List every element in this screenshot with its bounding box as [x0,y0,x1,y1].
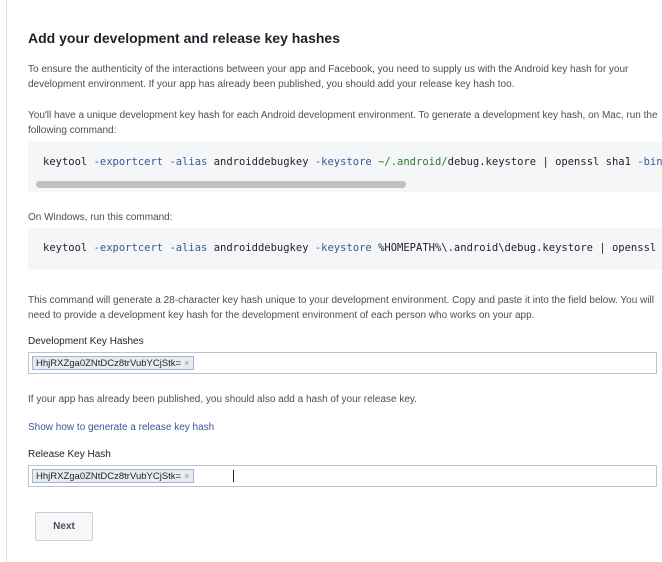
mac-command-block[interactable]: keytool -exportcert -alias androiddebugk… [28,142,662,192]
release-hash-label: Release Key Hash [28,449,111,460]
page-title: Add your development and release key has… [28,30,341,46]
mac-command-scrollbar-thumb[interactable] [36,181,406,188]
windows-instructions: On Windows, run this command: [28,212,173,223]
dev-hash-token: HhjRXZga0ZNtDCz8trVubYCjStk= × [32,356,195,370]
release-hash-token: HhjRXZga0ZNtDCz8trVubYCjStk= × [32,469,195,483]
windows-command-block[interactable]: keytool -exportcert -alias androiddebugk… [28,228,662,270]
text-cursor [233,470,234,482]
remove-token-icon[interactable]: × [184,358,189,368]
release-note: If your app has already been published, … [28,394,417,405]
dev-hashes-field[interactable]: HhjRXZga0ZNtDCz8trVubYCjStk= × [28,352,657,374]
mac-instructions: You'll have a unique development key has… [28,110,658,136]
release-key-hash-link[interactable]: Show how to generate a release key hash [28,422,214,433]
remove-token-icon[interactable]: × [184,471,189,481]
mac-command-scrollbar[interactable] [28,180,662,189]
windows-command: keytool -exportcert -alias androiddebugk… [43,242,662,254]
release-hash-field[interactable]: HhjRXZga0ZNtDCz8trVubYCjStk= × [28,465,657,487]
mac-command: keytool -exportcert -alias androiddebugk… [43,156,662,168]
explanation-text: This command will generate a 28-characte… [28,295,654,321]
key-hash-panel: Add your development and release key has… [6,0,662,562]
next-button[interactable]: Next [35,512,93,541]
dev-hashes-label: Development Key Hashes [28,336,144,347]
intro-text: To ensure the authenticity of the intera… [28,64,629,90]
